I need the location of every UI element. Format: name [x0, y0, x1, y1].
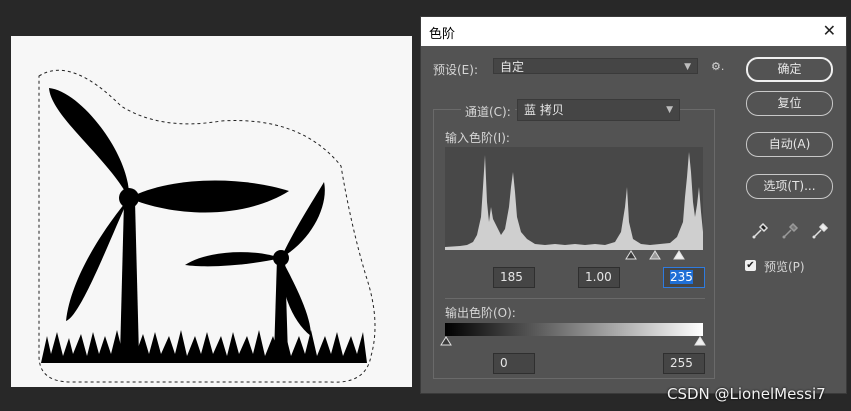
output-levels-label: 输出色阶(O):	[445, 306, 516, 320]
input-sliders[interactable]	[621, 250, 691, 262]
options-button[interactable]: 选项(T)...	[746, 174, 833, 199]
ok-button[interactable]: 确定	[746, 57, 833, 82]
white-eyedropper-icon[interactable]	[811, 220, 831, 240]
black-point-slider[interactable]	[625, 250, 637, 260]
preset-label: 预设(E):	[433, 63, 478, 77]
input-black-field[interactable]: 185	[493, 267, 535, 288]
channel-label: 通道(C):	[461, 103, 515, 120]
gray-eyedropper-icon[interactable]	[781, 220, 801, 240]
document-canvas[interactable]	[11, 36, 412, 387]
windmill-image	[38, 69, 376, 383]
output-white-field[interactable]: 255	[663, 353, 705, 374]
chevron-down-icon: ▼	[666, 105, 673, 115]
chevron-down-icon: ▼	[684, 62, 691, 72]
divider	[445, 298, 705, 299]
channel-value: 蓝 拷贝	[524, 103, 564, 117]
input-gamma-field[interactable]: 1.00	[578, 267, 620, 288]
preset-value: 自定	[500, 60, 525, 74]
input-white-field[interactable]: 235	[663, 267, 705, 288]
output-black-field[interactable]: 0	[493, 353, 535, 374]
watermark: CSDN @LionelMessi7	[667, 385, 826, 403]
histogram-graph	[445, 152, 703, 250]
preview-checkbox[interactable]: ✔	[745, 260, 756, 271]
black-eyedropper-icon[interactable]	[751, 220, 771, 240]
output-sliders[interactable]	[439, 336, 709, 348]
close-icon[interactable]: ✕	[823, 21, 836, 40]
output-white-slider[interactable]	[694, 336, 706, 346]
auto-button[interactable]: 自动(A)	[746, 132, 833, 157]
input-levels-label: 输入色阶(I):	[445, 131, 510, 145]
output-black-slider[interactable]	[440, 336, 452, 346]
preset-select[interactable]: 自定 ▼	[493, 58, 698, 74]
dialog-title: 色阶	[429, 27, 456, 42]
levels-dialog: 色阶 ✕ 预设(E): 自定 ▼ ⚙. 通道(C): 蓝 拷贝 ▼ 输入色阶(I…	[420, 16, 847, 394]
channel-select[interactable]: 蓝 拷贝 ▼	[517, 99, 680, 121]
input-white-value: 235	[670, 270, 693, 284]
gamma-slider[interactable]	[649, 250, 661, 260]
white-point-slider[interactable]	[673, 250, 685, 260]
canvas-area	[0, 0, 420, 411]
gear-icon[interactable]: ⚙.	[711, 60, 724, 73]
output-gradient	[445, 323, 703, 336]
reset-button[interactable]: 复位	[746, 91, 833, 116]
histogram	[445, 147, 703, 250]
dialog-titlebar: 色阶 ✕	[421, 17, 846, 46]
preview-label[interactable]: 预览(P)	[764, 258, 805, 275]
